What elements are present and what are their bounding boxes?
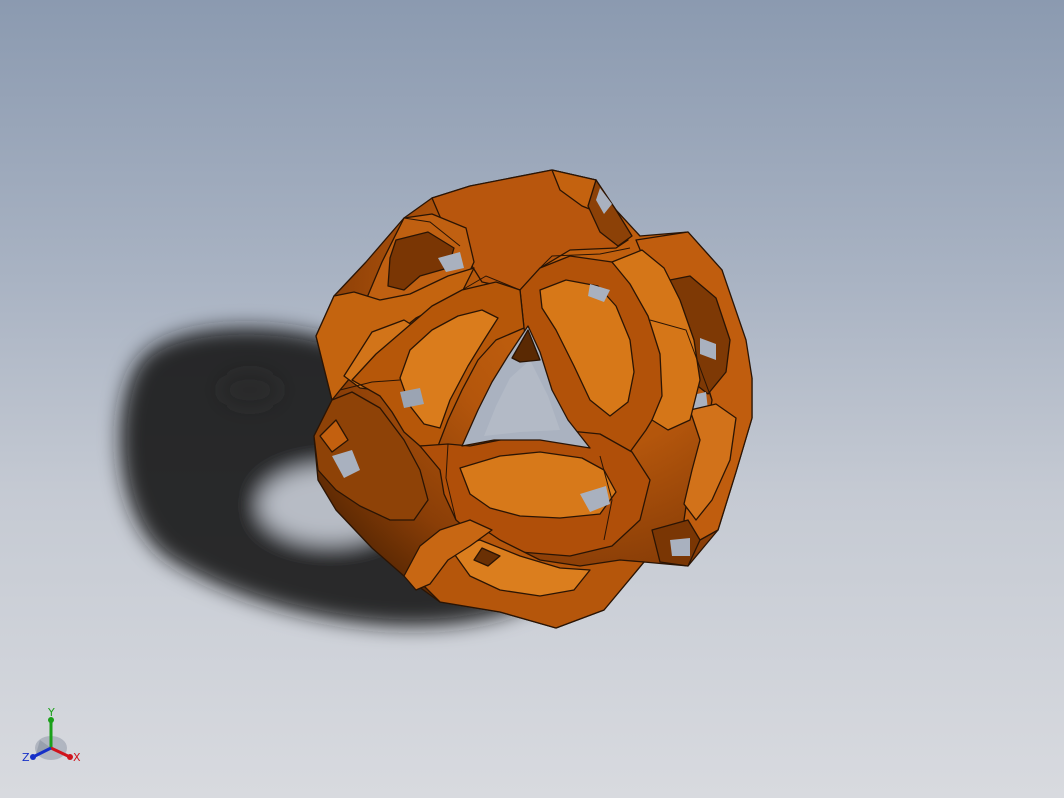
orientation-triad: Y X Z — [22, 706, 81, 764]
graphics-viewport[interactable]: Y X Z — [0, 0, 1064, 798]
z-axis-label: Z — [22, 751, 30, 764]
x-axis-label: X — [73, 751, 81, 764]
3d-model-view[interactable] — [0, 0, 1064, 798]
y-axis-label: Y — [47, 706, 55, 719]
